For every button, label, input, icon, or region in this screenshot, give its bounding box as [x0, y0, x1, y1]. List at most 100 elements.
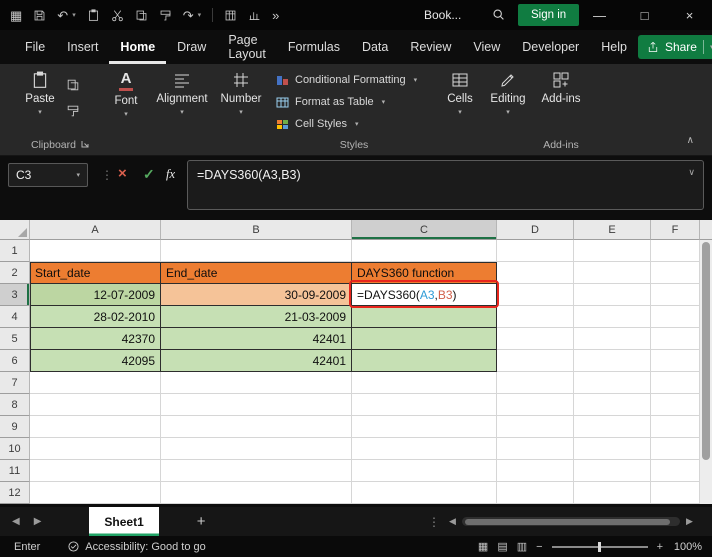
cell-B12[interactable]	[161, 482, 352, 504]
cell-F6[interactable]	[651, 350, 700, 372]
column-header-B[interactable]: B	[161, 220, 352, 240]
editing-menu-button[interactable]: Editing ▾	[486, 71, 530, 116]
cell-C6[interactable]	[352, 350, 497, 372]
cell-D9[interactable]	[497, 416, 574, 438]
minimize-button[interactable]: —	[577, 0, 622, 30]
number-menu-button[interactable]: Number ▾	[216, 71, 266, 116]
tab-page-layout[interactable]: Page Layout	[217, 30, 277, 64]
cell-A2[interactable]: Start_date	[30, 262, 161, 284]
zoom-out-icon[interactable]: −	[536, 541, 542, 553]
maximize-button[interactable]: □	[622, 0, 667, 30]
cell-E9[interactable]	[574, 416, 651, 438]
tab-draw[interactable]: Draw	[166, 30, 217, 64]
format-as-table-button[interactable]: Format as Table ▾	[276, 93, 432, 111]
cell-styles-button[interactable]: Cell Styles ▾	[276, 115, 432, 133]
cell-A5[interactable]: 42370	[30, 328, 161, 350]
tab-view[interactable]: View	[462, 30, 511, 64]
cell-B9[interactable]	[161, 416, 352, 438]
cell-E2[interactable]	[574, 262, 651, 284]
cell-A8[interactable]	[30, 394, 161, 416]
close-button[interactable]: ×	[667, 0, 712, 30]
cell-B3[interactable]: 30-09-2009	[161, 284, 352, 306]
table-icon[interactable]	[224, 9, 237, 22]
horizontal-scrollbar[interactable]	[462, 517, 680, 526]
cell-E3[interactable]	[574, 284, 651, 306]
row-header-3[interactable]: 3	[0, 284, 30, 306]
app-launcher-icon[interactable]: ▦	[10, 9, 22, 22]
font-menu-button[interactable]: A Font ▾	[106, 70, 146, 117]
enter-entry-button[interactable]: ✓	[143, 166, 155, 183]
cell-D8[interactable]	[497, 394, 574, 416]
expand-formula-bar-chevron[interactable]: ∨	[688, 167, 695, 178]
cell-F10[interactable]	[651, 438, 700, 460]
row-header-6[interactable]: 6	[0, 350, 30, 372]
cut-icon[interactable]	[111, 9, 124, 22]
paste-icon[interactable]	[87, 8, 100, 22]
cell-D5[interactable]	[497, 328, 574, 350]
cell-C11[interactable]	[352, 460, 497, 482]
column-header-A[interactable]: A	[30, 220, 161, 240]
add-ins-button[interactable]: Add-ins	[538, 71, 584, 105]
paste-button[interactable]: Paste ▾	[18, 71, 62, 116]
column-header-E[interactable]: E	[574, 220, 651, 240]
hscroll-right-arrow[interactable]: ▶	[686, 516, 693, 527]
cell-F4[interactable]	[651, 306, 700, 328]
clipboard-dialog-launcher[interactable]	[81, 139, 89, 151]
cell-E6[interactable]	[574, 350, 651, 372]
save-icon[interactable]	[33, 9, 46, 22]
cell-A7[interactable]	[30, 372, 161, 394]
cell-D11[interactable]	[497, 460, 574, 482]
accessibility-icon[interactable]	[68, 541, 79, 552]
cell-B5[interactable]: 42401	[161, 328, 352, 350]
cell-D7[interactable]	[497, 372, 574, 394]
name-box-caret[interactable]: ▾	[76, 172, 80, 179]
tab-file[interactable]: File	[14, 30, 56, 64]
copy-icon[interactable]	[66, 78, 80, 92]
cell-F9[interactable]	[651, 416, 700, 438]
format-painter-icon[interactable]	[159, 9, 172, 22]
vertical-scrollbar-thumb[interactable]	[702, 242, 710, 460]
vertical-scrollbar[interactable]	[700, 240, 712, 504]
cell-C4[interactable]	[352, 306, 497, 328]
toolbar-overflow-icon[interactable]: »	[272, 9, 279, 22]
format-painter-icon[interactable]	[66, 104, 80, 118]
cell-E8[interactable]	[574, 394, 651, 416]
row-header-4[interactable]: 4	[0, 306, 30, 328]
cell-A11[interactable]	[30, 460, 161, 482]
cell-D1[interactable]	[497, 240, 574, 262]
search-icon[interactable]	[492, 8, 505, 21]
sheetbar-separator[interactable]: ⋮	[428, 515, 440, 529]
column-header-D[interactable]: D	[497, 220, 574, 240]
sign-in-button[interactable]: Sign in	[518, 4, 580, 26]
cell-C8[interactable]	[352, 394, 497, 416]
cell-A3[interactable]: 12-07-2009	[30, 284, 161, 306]
sheet-nav-left-icon[interactable]: ◀	[12, 516, 20, 527]
row-header-10[interactable]: 10	[0, 438, 30, 460]
row-header-1[interactable]: 1	[0, 240, 30, 262]
row-header-5[interactable]: 5	[0, 328, 30, 350]
cell-D3[interactable]	[497, 284, 574, 306]
tab-insert[interactable]: Insert	[56, 30, 109, 64]
row-header-7[interactable]: 7	[0, 372, 30, 394]
cell-C10[interactable]	[352, 438, 497, 460]
cancel-entry-button[interactable]: ×	[118, 165, 127, 182]
cell-F12[interactable]	[651, 482, 700, 504]
cell-A9[interactable]	[30, 416, 161, 438]
cell-A1[interactable]	[30, 240, 161, 262]
cell-C12[interactable]	[352, 482, 497, 504]
collapse-ribbon-chevron[interactable]: ∧	[687, 135, 694, 146]
page-layout-view-icon[interactable]: ▤	[497, 540, 507, 553]
cell-D10[interactable]	[497, 438, 574, 460]
alignment-menu-button[interactable]: Alignment ▾	[154, 71, 210, 116]
column-header-F[interactable]: F	[651, 220, 700, 240]
redo-dropdown-caret[interactable]: ▾	[198, 11, 202, 19]
cell-B11[interactable]	[161, 460, 352, 482]
cell-F8[interactable]	[651, 394, 700, 416]
normal-view-icon[interactable]: ▦	[478, 540, 488, 553]
copy-icon[interactable]	[135, 9, 148, 22]
cell-E12[interactable]	[574, 482, 651, 504]
tab-review[interactable]: Review	[399, 30, 462, 64]
cell-E4[interactable]	[574, 306, 651, 328]
undo-dropdown-caret[interactable]: ▾	[72, 11, 76, 19]
cell-C7[interactable]	[352, 372, 497, 394]
